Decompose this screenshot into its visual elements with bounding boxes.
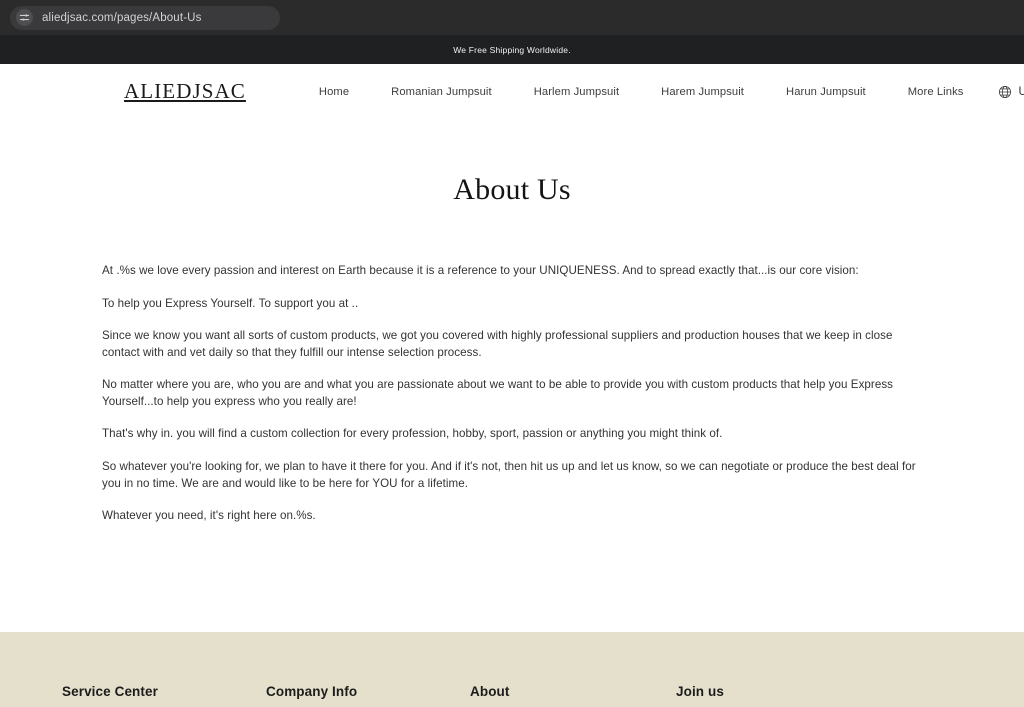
- address-bar[interactable]: aliedjsac.com/pages/About-Us: [10, 5, 280, 30]
- nav-item-harlem-jumpsuit[interactable]: Harlem Jumpsuit: [513, 86, 640, 98]
- footer-columns: Service Center Shipping policy Return po…: [62, 684, 962, 707]
- page-main: About Us At .%s we love every passion an…: [0, 119, 1024, 632]
- url-text: aliedjsac.com/pages/About-Us: [42, 11, 202, 24]
- main-navigation: Home Romanian Jumpsuit Harlem Jumpsuit H…: [298, 86, 985, 98]
- about-paragraph: Whatever you need, it's right here on.%s…: [102, 509, 316, 523]
- header-actions: USD: [984, 84, 1024, 100]
- site-footer: Service Center Shipping policy Return po…: [0, 632, 1024, 707]
- nav-item-home[interactable]: Home: [298, 86, 370, 98]
- site-logo[interactable]: ALIEDJSAC: [124, 79, 246, 104]
- footer-heading: About: [470, 684, 510, 699]
- about-paragraph: That's why in. you will find a custom co…: [102, 427, 723, 441]
- tune-sliders-icon[interactable]: [16, 9, 33, 26]
- footer-heading: Service Center: [62, 684, 158, 699]
- announcement-text: We Free Shipping Worldwide.: [453, 44, 571, 55]
- site-header: ALIEDJSAC Home Romanian Jumpsuit Harlem …: [0, 64, 1024, 119]
- footer-column-company-info: Company Info About Us Contact Us: [266, 684, 470, 707]
- about-paragraph: At .%s we love every passion and interes…: [102, 264, 859, 277]
- about-paragraph: So whatever you're looking for, we plan …: [102, 460, 916, 490]
- page-title: About Us: [453, 173, 571, 206]
- footer-column-about: About Since 2007 we have been delivering…: [470, 684, 676, 707]
- nav-item-romanian-jumpsuit[interactable]: Romanian Jumpsuit: [370, 86, 513, 98]
- footer-column-service-center: Service Center Shipping policy Return po…: [62, 684, 266, 707]
- browser-chrome: aliedjsac.com/pages/About-Us: [0, 0, 1024, 35]
- footer-heading: Join us: [676, 684, 724, 699]
- nav-item-harem-jumpsuit[interactable]: Harem Jumpsuit: [640, 86, 765, 98]
- currency-selector[interactable]: USD: [984, 85, 1024, 99]
- about-paragraph: Since we know you want all sorts of cust…: [102, 329, 893, 359]
- about-us-rich-text: At .%s we love every passion and interes…: [102, 263, 922, 525]
- about-paragraph: To help you Express Yourself. To support…: [102, 296, 359, 310]
- nav-item-more-links[interactable]: More Links: [887, 86, 985, 98]
- globe-icon: [998, 85, 1012, 99]
- nav-item-harun-jumpsuit[interactable]: Harun Jumpsuit: [765, 86, 887, 98]
- announcement-bar: We Free Shipping Worldwide.: [0, 35, 1024, 64]
- footer-heading: Company Info: [266, 684, 358, 699]
- about-paragraph: No matter where you are, who you are and…: [102, 378, 894, 408]
- currency-label: USD: [1018, 85, 1024, 98]
- footer-column-join-us: Join us A short sentence describing what…: [676, 684, 896, 707]
